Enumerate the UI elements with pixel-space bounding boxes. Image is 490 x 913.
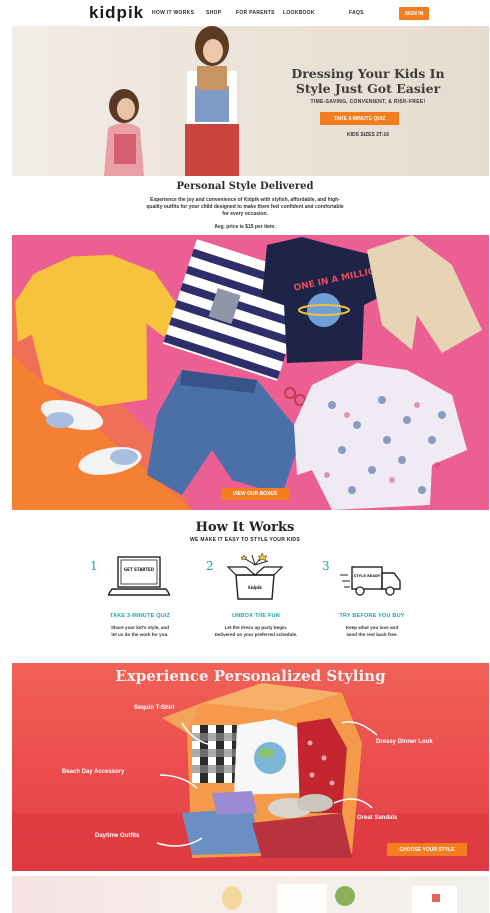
hero-child-tall-image (185, 26, 239, 176)
nav-for-parents[interactable]: FOR PARENTS (236, 10, 275, 16)
sequin-tshirt-label: Sequin T-Shirt (134, 705, 175, 711)
great-sandals-label: Great Sandals (357, 815, 398, 821)
kidpik-box-icon-text: kidpik (248, 585, 262, 590)
nav-faqs[interactable]: FAQS (349, 10, 364, 16)
step-1-text-line-2: let us do the work for you. (111, 631, 169, 637)
step-3-number: 3 (322, 559, 330, 573)
hero-subtitle: TIME-SAVING, CONVENIENT, & RISK-FREE! (310, 99, 426, 105)
step-2-text: Let the dress up party begin. Delivered … (196, 625, 316, 638)
next-section-image (222, 884, 457, 913)
hero-title-line-2: Style Just Got Easier (295, 81, 441, 96)
styling-box-image (12, 683, 489, 871)
dressy-dinner-look-label: Dressy Dinner Look (376, 739, 433, 745)
kidpik-logo[interactable]: kidpik (89, 3, 144, 23)
personal-style-description: Experience the joy and convenience of Ki… (146, 197, 344, 217)
personalized-styling-section: Experience Personalized Styling Sequin T… (12, 663, 489, 871)
style-ready-icon-text: STYLE READY (354, 574, 381, 578)
step-1-heading: TAKE 3-MINUTE QUIZ (109, 613, 171, 619)
laptop-icon: GET STARTED (108, 556, 170, 596)
hero-title-line-1: Dressing Your Kids In (291, 66, 445, 81)
hero-title: Dressing Your Kids In Style Just Got Eas… (288, 66, 448, 96)
nav-how-it-works[interactable]: HOW IT WORKS (152, 10, 194, 16)
hero-banner: Dressing Your Kids In Style Just Got Eas… (12, 26, 489, 176)
top-nav: kidpik HOW IT WORKS SHOP FOR PARENTS LOO… (0, 0, 490, 26)
nav-shop[interactable]: SHOP (206, 10, 221, 16)
step-2-heading: UNBOX THE FUN (232, 613, 280, 619)
delivery-truck-icon: STYLE READY (340, 566, 401, 596)
personal-style-title: Personal Style Delivered (176, 181, 314, 192)
nav-lookbook[interactable]: LOOKBOOK (283, 10, 315, 16)
step-1: 1 GET STARTED TAKE 3-MINUTE QUIZ Share y… (90, 553, 210, 653)
clothes-flatlay-image: ONE IN A MILLION (12, 235, 482, 510)
step-3-text: Keep what you love and send the rest bac… (312, 625, 432, 638)
daytime-outfits-label: Daytime Outfits (95, 833, 140, 839)
sign-in-button[interactable]: SIGN IN (399, 7, 429, 20)
step-2-text-line-2: Delivered on your preferred schedule. (214, 631, 298, 637)
gift-box-icon: kidpik (226, 553, 284, 600)
step-3-text-line-2: send the rest back free. (346, 631, 398, 637)
how-it-works-title: How It Works (195, 520, 295, 535)
take-quiz-button[interactable]: TAKE 3-MINUTE QUIZ (320, 112, 399, 125)
step-1-number: 1 (90, 559, 98, 573)
kids-sizes-text: KIDS SIZES 2T-16 (347, 132, 389, 138)
step-3-heading: TRY BEFORE YOU BUY (339, 613, 405, 619)
choose-your-style-button[interactable]: CHOOSE YOUR STYLE (387, 843, 467, 856)
step-3: 3 STYLE READY TRY BEFORE YOU BUY Keep wh… (322, 553, 442, 653)
average-price-text: Avg. price is $15 per item. (214, 224, 276, 230)
clothes-flatlay-section: ONE IN A MILLION VIEW OUR BOXES (12, 235, 489, 510)
how-it-works-subtitle: WE MAKE IT EASY TO STYLE YOUR KIDS (190, 537, 300, 543)
step-2: 2 kidpik UNBOX THE FUN Let the dress up … (206, 553, 326, 653)
view-our-boxes-button[interactable]: VIEW OUR BOXES (221, 488, 289, 500)
step-2-number: 2 (206, 559, 214, 573)
next-section-preview (12, 876, 489, 913)
beach-day-accessory-label: Beach Day Accessory (62, 769, 125, 775)
hero-child-small-image (104, 89, 144, 176)
get-started-icon-text: GET STARTED (124, 567, 155, 572)
step-1-text: Share your kid's style, and let us do th… (80, 625, 200, 638)
